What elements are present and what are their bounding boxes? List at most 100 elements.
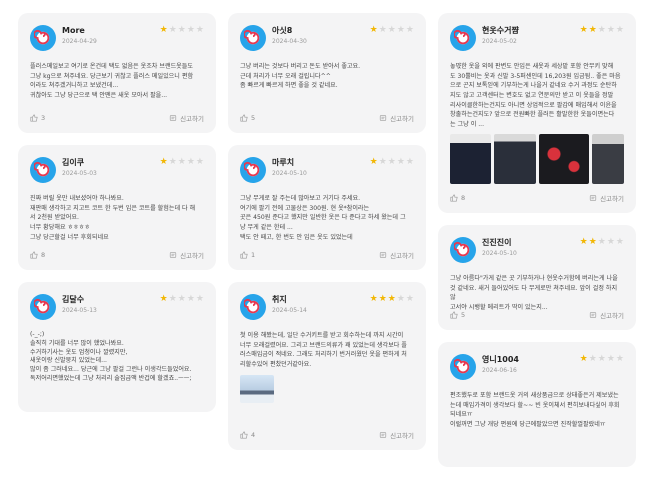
like-count: 3 bbox=[41, 114, 46, 122]
review-text: 플러스메일보고 여기로 온건데 택도 없음은 옷조차 브랜드옷들도 그냥 kg으… bbox=[30, 63, 194, 99]
review-photos bbox=[450, 134, 624, 185]
thumbs-up-icon bbox=[30, 114, 38, 122]
review-card: More 2024-04-29 ★ ★ ★ ★ ★ 플러스메일보고 여기로 온건데 택도… bbox=[18, 13, 216, 133]
review-date: 2024-04-29 bbox=[62, 38, 97, 45]
reviewer-name: More bbox=[62, 26, 85, 35]
star-icon: ★ bbox=[369, 157, 378, 167]
review-text: (-_-;) 솔직히 기대를 너무 많이 했었나봐요. 수거하기사는 옷도 엄청… bbox=[30, 331, 192, 383]
report-flag-icon bbox=[169, 115, 177, 121]
star-icon: ★ bbox=[588, 25, 597, 35]
review-photo[interactable] bbox=[494, 134, 536, 185]
review-date: 2024-05-10 bbox=[272, 170, 307, 177]
star-rating: ★ ★ ★ ★ ★ bbox=[370, 295, 414, 304]
report-flag-icon bbox=[379, 115, 387, 121]
star-icon: ★ bbox=[387, 294, 396, 304]
review-text: 그냥 아름다"가게 같은 곳 기부하거나 현옷수거함에 버리는게 나을 것 같네… bbox=[450, 275, 618, 311]
report-button[interactable]: 신고하기 bbox=[589, 310, 624, 320]
star-icon: ★ bbox=[615, 25, 624, 35]
star-rating: ★ ★ ★ ★ ★ bbox=[580, 355, 624, 364]
reviewer-name: 아싯8 bbox=[272, 26, 293, 35]
thumbs-up-icon bbox=[450, 194, 458, 202]
review-card: 취지 2024-05-14 ★ ★ ★ ★ ★ 첫 이용 해봤는데, 일단 수거키트를 … bbox=[228, 282, 426, 450]
review-text: 첫 이용 해봤는데, 일단 수거키트를 받고 회수하는데 까지 시간이 너무 오… bbox=[240, 332, 407, 368]
star-icon: ★ bbox=[579, 25, 588, 35]
review-card: 진진진이 2024-05-10 ★ ★ ★ ★ ★ 그냥 아름다"가게 같은 곳 기부하… bbox=[438, 225, 636, 330]
thumbs-up-icon bbox=[240, 431, 248, 439]
star-rating: ★ ★ ★ ★ ★ bbox=[580, 26, 624, 35]
star-icon: ★ bbox=[168, 157, 177, 167]
report-flag-icon bbox=[589, 312, 597, 318]
star-rating: ★ ★ ★ ★ ★ bbox=[370, 158, 414, 167]
star-icon: ★ bbox=[405, 157, 414, 167]
star-icon: ★ bbox=[597, 237, 606, 247]
review-text: 그냥 버리는 것보다 버리고 돈도 받아서 좋고요. 근데 처리가 너무 오래 … bbox=[240, 63, 361, 90]
like-count: 8 bbox=[41, 251, 46, 259]
lollipop-logo-icon bbox=[30, 157, 56, 183]
like-button[interactable]: 5 bbox=[240, 114, 255, 122]
report-button[interactable]: 신고하기 bbox=[379, 430, 414, 440]
star-icon: ★ bbox=[378, 25, 387, 35]
star-icon: ★ bbox=[378, 157, 387, 167]
star-icon: ★ bbox=[186, 294, 195, 304]
star-icon: ★ bbox=[405, 294, 414, 304]
reviewer-name: 영니1004 bbox=[482, 355, 519, 364]
review-photo[interactable] bbox=[240, 374, 274, 403]
like-button[interactable]: 5 bbox=[450, 311, 465, 319]
review-card: 마루치 2024-05-10 ★ ★ ★ ★ ★ 그냥 무게로 잘 주는데 많아보고 거… bbox=[228, 145, 426, 270]
like-button[interactable]: 4 bbox=[240, 431, 255, 439]
star-rating: ★ ★ ★ ★ ★ bbox=[580, 238, 624, 247]
review-photo[interactable] bbox=[450, 134, 492, 185]
star-icon: ★ bbox=[159, 25, 168, 35]
review-text: 편조했두로 포함 브랜드옷 거의 새상품급으로 상태좋은거 제보냈는 는데 매입… bbox=[450, 392, 620, 428]
review-card: 아싯8 2024-04-30 ★ ★ ★ ★ ★ 그냥 버리는 것보다 버리고 돈도 받… bbox=[228, 13, 426, 133]
lollipop-logo-icon bbox=[30, 294, 56, 320]
review-photo[interactable] bbox=[592, 134, 624, 185]
report-button[interactable]: 신고하기 bbox=[379, 113, 414, 123]
report-button[interactable]: 신고하기 bbox=[169, 250, 204, 260]
lollipop-logo-icon bbox=[240, 294, 266, 320]
like-button[interactable]: 3 bbox=[30, 114, 45, 122]
report-button[interactable]: 신고하기 bbox=[169, 113, 204, 123]
report-button[interactable]: 신고하기 bbox=[379, 250, 414, 260]
star-icon: ★ bbox=[615, 237, 624, 247]
reviewer-name: 취지 bbox=[272, 295, 287, 304]
star-icon: ★ bbox=[396, 25, 405, 35]
report-label: 신고하기 bbox=[600, 312, 624, 320]
star-icon: ★ bbox=[606, 237, 615, 247]
star-icon: ★ bbox=[387, 25, 396, 35]
reviewer-name: 진진진이 bbox=[482, 238, 512, 247]
review-card: 김이쿠 2024-05-03 ★ ★ ★ ★ ★ 진짜 버릴 옷만 내보셨어야 하나봐요… bbox=[18, 145, 216, 270]
like-button[interactable]: 8 bbox=[30, 251, 45, 259]
report-flag-icon bbox=[169, 252, 177, 258]
star-icon: ★ bbox=[369, 25, 378, 35]
review-photo[interactable] bbox=[538, 134, 590, 185]
star-icon: ★ bbox=[597, 354, 606, 364]
lollipop-logo-icon bbox=[450, 237, 476, 263]
like-count: 8 bbox=[461, 194, 466, 202]
like-button[interactable]: 1 bbox=[240, 251, 255, 259]
star-icon: ★ bbox=[606, 354, 615, 364]
reviewer-name: 김달수 bbox=[62, 295, 85, 304]
lollipop-logo-icon bbox=[450, 354, 476, 380]
report-button[interactable]: 신고하기 bbox=[589, 193, 624, 203]
star-icon: ★ bbox=[195, 294, 204, 304]
report-flag-icon bbox=[589, 195, 597, 201]
star-icon: ★ bbox=[159, 294, 168, 304]
star-rating: ★ ★ ★ ★ ★ bbox=[160, 26, 204, 35]
like-count: 5 bbox=[251, 114, 256, 122]
report-flag-icon bbox=[379, 432, 387, 438]
review-card: 현옷수거쨤 2024-05-02 ★ ★ ★ ★ ★ 놓먃한 옷을 외에 판변도 안입은… bbox=[438, 13, 636, 213]
star-icon: ★ bbox=[588, 354, 597, 364]
thumbs-up-icon bbox=[450, 311, 458, 319]
like-count: 5 bbox=[461, 311, 466, 319]
review-photos bbox=[240, 374, 414, 403]
thumbs-up-icon bbox=[240, 251, 248, 259]
star-icon: ★ bbox=[387, 157, 396, 167]
reviewer-name: 현옷수거쨤 bbox=[482, 26, 519, 35]
star-icon: ★ bbox=[177, 157, 186, 167]
review-date: 2024-05-03 bbox=[62, 170, 97, 177]
like-count: 4 bbox=[251, 431, 256, 439]
review-date: 2024-06-16 bbox=[482, 367, 517, 374]
like-button[interactable]: 8 bbox=[450, 194, 465, 202]
star-icon: ★ bbox=[615, 354, 624, 364]
